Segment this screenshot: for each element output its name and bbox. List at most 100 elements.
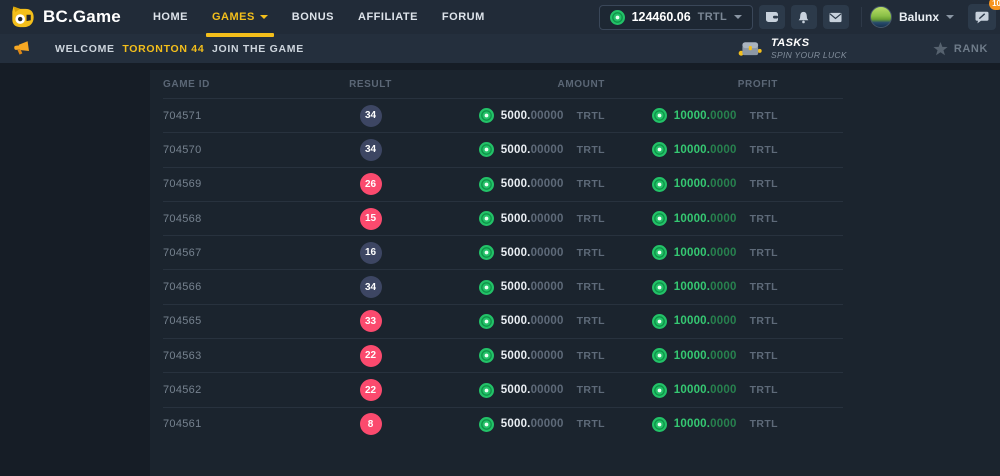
nav-item-label: GAMES	[212, 11, 255, 23]
nav-item-label: HOME	[153, 11, 188, 23]
profit-main: 10000.	[674, 144, 710, 156]
announcement-bar: WELCOME TORONTON 44 JOIN THE GAME TASKS …	[0, 34, 1000, 63]
amount-main: 5000.	[501, 315, 531, 327]
profit-currency: TRTL	[750, 144, 778, 156]
nav-item-games[interactable]: GAMES	[212, 0, 268, 34]
coin-icon	[479, 383, 494, 398]
header-amount: AMOUNT	[418, 79, 633, 90]
bcgame-logo-icon	[10, 5, 35, 30]
game-id-cell: 704566	[163, 281, 323, 293]
welcome-suffix: JOIN THE GAME	[212, 43, 304, 55]
mail-icon	[829, 12, 842, 23]
tasks-widget[interactable]: TASKS SPIN YOUR LUCK	[738, 38, 847, 60]
profit-main: 10000.	[674, 110, 710, 122]
nav-item-affiliate[interactable]: AFFILIATE	[358, 0, 418, 34]
avatar	[870, 6, 892, 28]
chevron-down-icon	[946, 15, 954, 19]
result-badge: 34	[360, 139, 382, 161]
chat-icon	[975, 11, 989, 24]
game-id: 704568	[163, 213, 202, 225]
coin-icon	[652, 348, 667, 363]
balance-currency: TRTL	[698, 11, 727, 23]
amount-currency: TRTL	[577, 110, 605, 122]
header-profit: PROFIT	[633, 79, 843, 90]
profit-decimals: 0000	[710, 281, 736, 293]
result-cell: 22	[323, 379, 418, 401]
profit-cell: 10000.0000 TRTL	[633, 383, 843, 398]
amount-currency: TRTL	[577, 384, 605, 396]
table-row: 704571 34 5000.00000 TRTL	[163, 98, 843, 132]
table-row: 704567 16 5000.00000 TRTL	[163, 235, 843, 269]
table-header: GAME ID RESULT AMOUNT PROFIT	[163, 70, 843, 98]
game-id-cell: 704570	[163, 144, 323, 156]
balance-amount: 124460.06	[632, 10, 691, 24]
amount-cell: 5000.00000 TRTL	[418, 211, 633, 226]
amount-main: 5000.	[501, 281, 531, 293]
amount-main: 5000.	[501, 178, 531, 190]
amount-main: 5000.	[501, 384, 531, 396]
profit-currency: TRTL	[750, 350, 778, 362]
game-id: 704561	[163, 418, 202, 430]
coin-icon	[652, 245, 667, 260]
game-id-cell: 704565	[163, 315, 323, 327]
result-badge: 33	[360, 310, 382, 332]
balance-selector[interactable]: 124460.06 TRTL	[599, 5, 753, 30]
coin-icon	[652, 108, 667, 123]
profit-cell: 10000.0000 TRTL	[633, 348, 843, 363]
game-id-cell: 704571	[163, 110, 323, 122]
amount-decimals: 00000	[531, 315, 564, 327]
nav-item-bonus[interactable]: BONUS	[292, 0, 334, 34]
game-id: 704567	[163, 247, 202, 259]
game-id-cell: 704567	[163, 247, 323, 259]
coin-icon	[479, 348, 494, 363]
tasks-subtitle: SPIN YOUR LUCK	[771, 50, 847, 60]
divider	[861, 7, 862, 27]
messages-button[interactable]	[823, 5, 849, 29]
table-row: 704570 34 5000.00000 TRTL	[163, 132, 843, 166]
profit-main: 10000.	[674, 418, 710, 430]
profit-cell: 10000.0000 TRTL	[633, 108, 843, 123]
result-badge: 22	[360, 379, 382, 401]
table-row: 704569 26 5000.00000 TRTL	[163, 167, 843, 201]
tasks-title: TASKS	[771, 38, 847, 49]
result-cell: 34	[323, 105, 418, 127]
star-icon	[933, 42, 948, 56]
amount-main: 5000.	[501, 110, 531, 122]
coin-icon	[652, 142, 667, 157]
profit-currency: TRTL	[750, 315, 778, 327]
nav-item-forum[interactable]: FORUM	[442, 0, 485, 34]
profit-cell: 10000.0000 TRTL	[633, 417, 843, 432]
welcome-prefix: WELCOME	[55, 43, 115, 55]
table-row: 704565 33 5000.00000 TRTL	[163, 304, 843, 338]
table-row: 704568 15 5000.00000 TRTL	[163, 201, 843, 235]
game-id: 704569	[163, 178, 202, 190]
game-id: 704563	[163, 350, 202, 362]
result-cell: 34	[323, 276, 418, 298]
coin-icon	[479, 142, 494, 157]
profit-cell: 10000.0000 TRTL	[633, 245, 843, 260]
coin-icon	[610, 10, 625, 25]
wallet-button[interactable]	[759, 5, 785, 29]
chat-button[interactable]: 10	[968, 4, 996, 30]
logo[interactable]: BC.Game	[10, 5, 121, 30]
profit-currency: TRTL	[750, 247, 778, 259]
amount-decimals: 00000	[531, 213, 564, 225]
amount-cell: 5000.00000 TRTL	[418, 314, 633, 329]
profit-decimals: 0000	[710, 110, 736, 122]
nav-item-home[interactable]: HOME	[153, 0, 188, 34]
profit-main: 10000.	[674, 213, 710, 225]
result-cell: 15	[323, 208, 418, 230]
rank-widget[interactable]: RANK	[933, 42, 988, 56]
profit-currency: TRTL	[750, 213, 778, 225]
profit-cell: 10000.0000 TRTL	[633, 211, 843, 226]
profit-currency: TRTL	[750, 178, 778, 190]
amount-cell: 5000.00000 TRTL	[418, 348, 633, 363]
profit-decimals: 0000	[710, 350, 736, 362]
amount-cell: 5000.00000 TRTL	[418, 142, 633, 157]
game-id: 704562	[163, 384, 202, 396]
profit-decimals: 0000	[710, 213, 736, 225]
coin-icon	[479, 108, 494, 123]
coin-icon	[652, 177, 667, 192]
user-menu[interactable]: Balunx	[870, 6, 954, 28]
notifications-button[interactable]	[791, 5, 817, 29]
